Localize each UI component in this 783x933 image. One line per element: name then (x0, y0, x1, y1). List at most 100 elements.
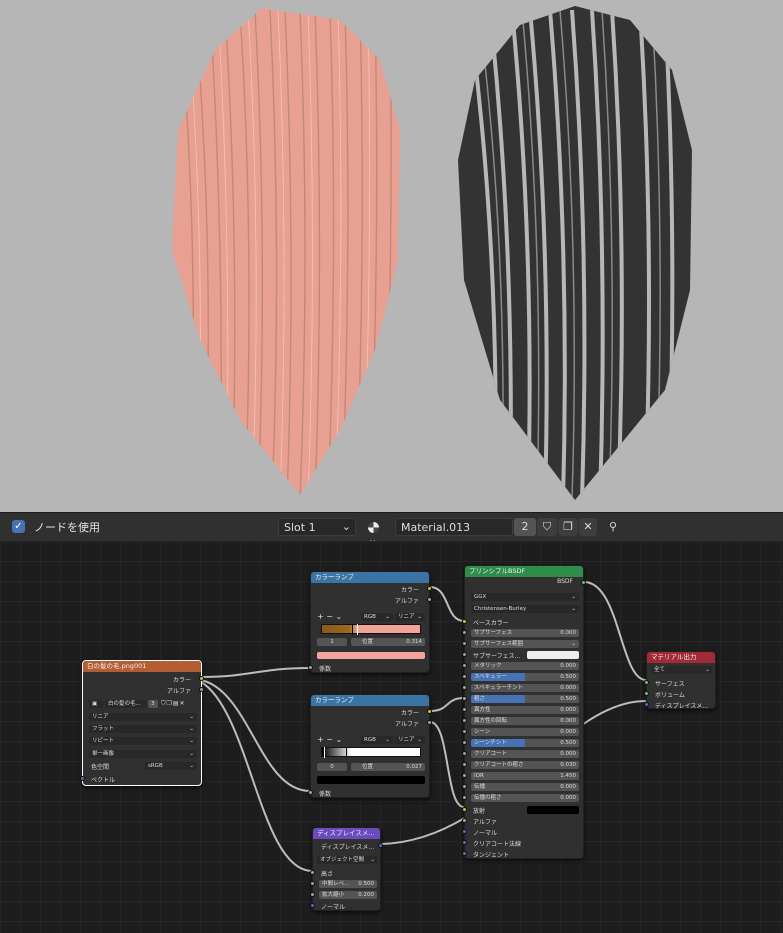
ramp-stop-selected[interactable] (324, 747, 325, 758)
input-scale-socket[interactable] (310, 892, 315, 897)
distribution-dropdown[interactable]: GGX ⌄ (471, 593, 579, 601)
input-socket[interactable] (462, 685, 467, 690)
material-output-node[interactable]: マテリアル出力 全て ⌄ サーフェス ボリューム ディスプレイスメ... (644, 651, 716, 710)
input-normal-socket[interactable] (462, 829, 467, 834)
output-alpha-socket[interactable] (427, 597, 432, 602)
input-tangent-socket[interactable] (462, 851, 467, 856)
bsdf-field[interactable]: シーン 0.000 (471, 728, 579, 736)
interpolation-dropdown[interactable]: リニア ⌄ (395, 613, 425, 621)
input-fac-socket[interactable] (308, 790, 313, 795)
source-dropdown[interactable]: 単一画像 ⌄ (89, 750, 197, 758)
stop-color-swatch[interactable] (317, 652, 425, 659)
interpolation-dropdown[interactable]: リニア ⌄ (395, 736, 425, 744)
ramp-stop[interactable] (352, 624, 353, 635)
interpolation-dropdown[interactable]: リニア ⌄ (89, 713, 197, 721)
shield-icon[interactable]: ⛉ (537, 518, 557, 536)
ramp-stop[interactable] (346, 747, 347, 758)
scale-field[interactable]: 拡大縮小 0.200 (319, 891, 377, 899)
input-socket[interactable] (462, 641, 467, 646)
input-normal-socket[interactable] (310, 903, 315, 908)
input-socket[interactable] (462, 652, 467, 657)
input-socket[interactable] (462, 795, 467, 800)
midlevel-field[interactable]: 中間レベ... 0.500 (319, 880, 377, 888)
color-ramp-bar[interactable] (321, 747, 421, 758)
output-alpha-socket[interactable] (427, 720, 432, 725)
emission-color-swatch[interactable] (527, 806, 579, 814)
image-texture-node[interactable]: 白の髪の毛.png001 カラー アルファ ▣ 白の髪の毛... 3 ⛉❐▤✕ … (80, 660, 204, 786)
slot-dropdown[interactable]: Slot 1 ⌄ (278, 518, 356, 536)
bsdf-field[interactable]: 粗さ 0.500 (471, 695, 579, 703)
input-clearcoat-normal-socket[interactable] (462, 840, 467, 845)
ramp-add-remove-icons[interactable]: + − ⌄ (317, 612, 342, 621)
input-base-color-socket[interactable] (462, 619, 467, 624)
image-browse-icon[interactable]: ▣ (89, 700, 103, 708)
input-displacement-socket[interactable] (644, 702, 649, 707)
input-socket[interactable] (462, 773, 467, 778)
material-browse-button[interactable]: ⌄ (363, 518, 391, 546)
bsdf-field[interactable]: スペキュラーチント 0.000 (471, 684, 579, 692)
input-height-socket[interactable] (310, 870, 315, 875)
input-socket[interactable] (462, 751, 467, 756)
bsdf-field[interactable]: IOR 1.450 (471, 772, 579, 780)
input-socket[interactable] (462, 707, 467, 712)
input-midlevel-socket[interactable] (310, 881, 315, 886)
pin-icon[interactable]: ⚲ (604, 518, 622, 536)
color-ramp-bar[interactable] (321, 624, 421, 635)
input-socket[interactable] (462, 762, 467, 767)
stop-index-field[interactable]: 0 (317, 763, 347, 771)
input-volume-socket[interactable] (644, 691, 649, 696)
input-socket[interactable] (462, 663, 467, 668)
input-emission-socket[interactable] (462, 807, 467, 812)
sss-method-dropdown[interactable]: Christensen-Burley ⌄ (471, 605, 579, 613)
subsurface-color-swatch[interactable] (527, 651, 579, 659)
user-count-button[interactable]: 2 (514, 518, 536, 536)
input-alpha-socket[interactable] (462, 818, 467, 823)
input-socket[interactable] (462, 740, 467, 745)
bsdf-field[interactable]: クリアコートの粗さ 0.030 (471, 761, 579, 769)
position-field[interactable]: 位置 0.314 (351, 638, 425, 646)
displacement-node[interactable]: ディスプレイスメ... ディスプレイスメ... オブジェクト空間 ⌄ 高さ 中間レ… (310, 827, 383, 911)
bsdf-field[interactable]: 異方性 0.000 (471, 706, 579, 714)
principled-bsdf-node[interactable]: プリンシプルBSDF BSDF GGX ⌄ Christensen-Burley ⌄… (462, 565, 586, 859)
bsdf-field[interactable]: シーンチント 0.500 (471, 739, 579, 747)
output-color-socket[interactable] (427, 586, 432, 591)
checkbox-checked-icon[interactable]: ✓ (12, 520, 25, 533)
input-vector-socket[interactable] (80, 776, 85, 781)
stop-index-field[interactable]: 1 (317, 638, 347, 646)
image-name-field[interactable]: 白の髪の毛... (105, 700, 147, 708)
input-socket[interactable] (462, 784, 467, 789)
input-surface-socket[interactable] (644, 680, 649, 685)
node-editor-canvas[interactable]: 白の髪の毛.png001 カラー アルファ ▣ 白の髪の毛... 3 ⛉❐▤✕ … (0, 541, 783, 933)
image-action-icons[interactable]: ⛉❐▤✕ (161, 700, 186, 708)
target-dropdown[interactable]: 全て ⌄ (651, 666, 713, 674)
bsdf-field[interactable]: クリアコート 0.000 (471, 750, 579, 758)
color-mode-dropdown[interactable]: RGB ⌄ (361, 736, 393, 744)
color-mode-dropdown[interactable]: RGB ⌄ (361, 613, 393, 621)
projection-dropdown[interactable]: フラット ⌄ (89, 725, 197, 733)
color-ramp-node-2[interactable]: カラーランプ カラー アルファ + − ⌄ RGB ⌄ リニア ⌄ 0 位置 0.02… (308, 694, 432, 798)
input-socket[interactable] (462, 718, 467, 723)
bsdf-field[interactable]: 伝播 0.000 (471, 783, 579, 791)
bsdf-field[interactable]: サブサーフェス範囲 ⌄ (471, 640, 579, 648)
colorspace-dropdown[interactable]: sRGB ⌄ (145, 762, 197, 770)
output-bsdf-socket[interactable] (581, 580, 586, 585)
bsdf-field[interactable]: メタリック 0.000 (471, 662, 579, 670)
ramp-add-remove-icons[interactable]: + − ⌄ (317, 735, 342, 744)
output-color-socket[interactable] (199, 676, 204, 681)
close-icon[interactable]: ✕ (579, 518, 597, 536)
input-socket[interactable] (462, 630, 467, 635)
input-socket[interactable] (462, 729, 467, 734)
3d-viewport[interactable] (0, 0, 783, 512)
bsdf-field[interactable]: 異方性の回転 0.000 (471, 717, 579, 725)
position-field[interactable]: 位置 0.027 (351, 763, 425, 771)
input-socket[interactable] (462, 696, 467, 701)
material-name-field[interactable]: Material.013 (395, 518, 513, 536)
ramp-stop-selected[interactable] (357, 624, 358, 635)
bsdf-field[interactable]: スペキュラー 0.500 (471, 673, 579, 681)
output-color-socket[interactable] (427, 709, 432, 714)
color-ramp-node-1[interactable]: カラーランプ カラー アルファ + − ⌄ RGB ⌄ リニア ⌄ 1 位置 0.31… (308, 571, 432, 673)
image-user-count[interactable]: 3 (148, 700, 158, 708)
bsdf-field[interactable]: サブサーフェス 0.000 (471, 629, 579, 637)
output-displacement-socket[interactable] (378, 843, 383, 848)
input-fac-socket[interactable] (308, 665, 313, 670)
